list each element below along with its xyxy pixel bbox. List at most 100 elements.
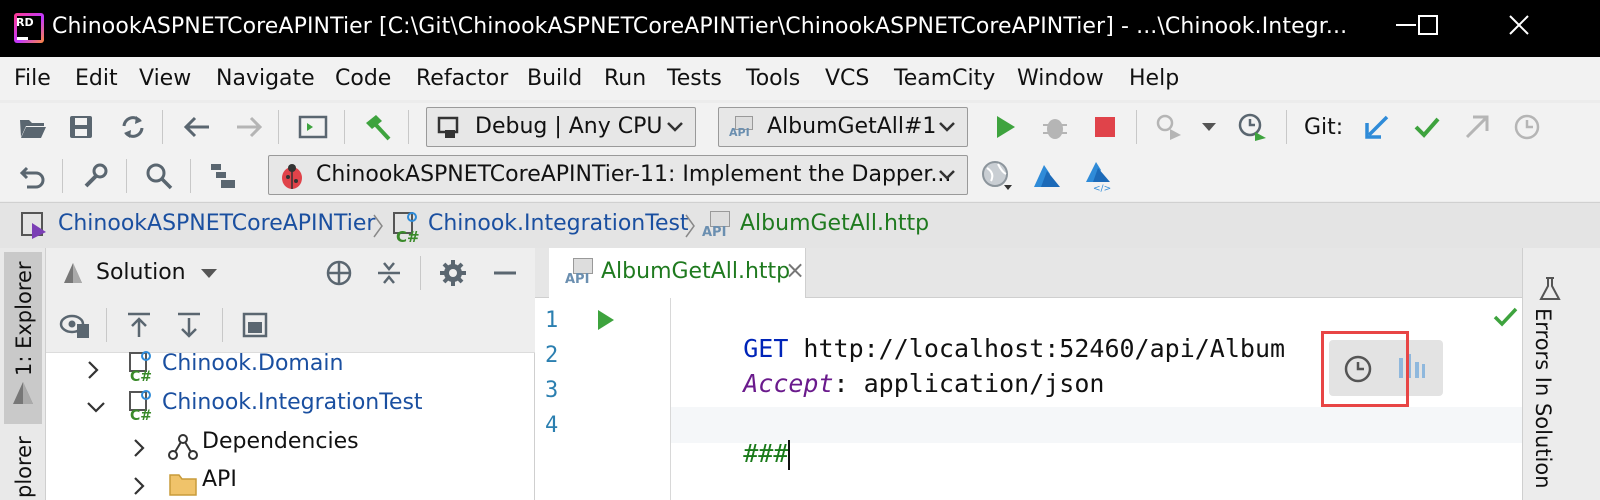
gear-icon[interactable] bbox=[436, 256, 470, 290]
breadcrumb-separator-icon bbox=[373, 214, 383, 238]
maximize-icon bbox=[1418, 15, 1438, 35]
code-line-4: ### bbox=[743, 439, 791, 470]
highlight-box bbox=[1321, 331, 1409, 407]
sync-icon[interactable] bbox=[116, 110, 150, 144]
close-icon bbox=[1509, 15, 1529, 35]
save-icon[interactable] bbox=[64, 110, 98, 144]
menu-refactor[interactable]: Refactor bbox=[416, 66, 508, 91]
open-icon[interactable] bbox=[16, 110, 50, 144]
menu-view[interactable]: View bbox=[139, 66, 191, 91]
task-select[interactable]: ChinookASPNETCoreAPINTier-11: Implement … bbox=[268, 155, 968, 195]
undo-icon[interactable] bbox=[16, 159, 50, 193]
breadcrumb-separator-icon bbox=[685, 214, 695, 238]
stop-icon[interactable] bbox=[1088, 110, 1122, 144]
menu-tools[interactable]: Tools bbox=[746, 66, 800, 91]
git-update-icon[interactable] bbox=[1360, 110, 1394, 144]
csharp-project-icon: C# bbox=[393, 212, 420, 243]
rider-logo-icon: RD bbox=[14, 13, 44, 43]
run-icon[interactable] bbox=[988, 110, 1022, 144]
forward-arrow-icon[interactable] bbox=[232, 110, 266, 144]
show-all-files-icon[interactable] bbox=[58, 308, 92, 342]
solution-panel-header: Solution bbox=[46, 248, 535, 298]
flask-icon[interactable] bbox=[1539, 276, 1561, 302]
solution-view-label[interactable]: Solution bbox=[96, 260, 186, 285]
git-history-icon[interactable] bbox=[1510, 110, 1544, 144]
back-arrow-icon[interactable] bbox=[180, 110, 214, 144]
settings-wrench-icon[interactable] bbox=[78, 159, 112, 193]
breadcrumb-solution[interactable]: ChinookASPNETCoreAPINTier bbox=[58, 211, 375, 236]
search-icon[interactable] bbox=[142, 159, 176, 193]
chevron-down-icon bbox=[667, 122, 683, 132]
explorer-tool-tab-2[interactable]: plorer bbox=[12, 436, 36, 498]
menu-tests[interactable]: Tests bbox=[667, 66, 722, 91]
configuration-icon bbox=[437, 116, 459, 138]
title-bar: RD ChinookASPNETCoreAPINTier [C:\Git\Chi… bbox=[0, 0, 1600, 57]
menu-navigate[interactable]: Navigate bbox=[216, 66, 315, 91]
git-push-icon[interactable] bbox=[1460, 110, 1494, 144]
configuration-select[interactable]: Debug | Any CPU bbox=[426, 107, 696, 147]
right-tool-strip: Errors In Solution bbox=[1522, 248, 1600, 500]
run-request-icon[interactable] bbox=[595, 308, 617, 332]
line-number: 1 bbox=[545, 308, 559, 333]
breadcrumb-project[interactable]: Chinook.IntegrationTest bbox=[428, 211, 689, 236]
explorer-tool-tab[interactable]: 1: Explorer bbox=[4, 252, 42, 424]
line-number: 2 bbox=[545, 343, 559, 368]
tab-label: AlbumGetAll.http bbox=[601, 259, 791, 284]
svg-text:C#: C# bbox=[396, 228, 420, 243]
svg-text:</>: </> bbox=[1093, 184, 1111, 192]
hide-panel-icon[interactable] bbox=[488, 256, 522, 290]
profile-clock-icon[interactable] bbox=[1236, 110, 1270, 144]
text-cursor bbox=[788, 440, 791, 470]
azure-functions-icon[interactable]: </> bbox=[1082, 159, 1116, 193]
ladybug-icon bbox=[282, 164, 302, 189]
azure-icon[interactable] bbox=[1030, 159, 1064, 193]
menu-edit[interactable]: Edit bbox=[75, 66, 118, 91]
debug-bug-icon[interactable] bbox=[1038, 110, 1072, 144]
chevron-down-icon bbox=[87, 402, 105, 413]
maximize-button[interactable] bbox=[1406, 8, 1450, 48]
tab-close-icon[interactable]: × bbox=[785, 256, 805, 284]
run-config-label: AlbumGetAll#1 bbox=[767, 114, 937, 139]
menu-window[interactable]: Window bbox=[1017, 66, 1104, 91]
chevron-right-icon bbox=[134, 439, 145, 457]
collapse-all-icon[interactable] bbox=[372, 256, 406, 290]
chevron-down-icon bbox=[939, 122, 955, 132]
close-button[interactable] bbox=[1497, 8, 1541, 48]
menu-code[interactable]: Code bbox=[335, 66, 391, 91]
build-hammer-icon[interactable] bbox=[360, 110, 394, 144]
menu-run[interactable]: Run bbox=[604, 66, 646, 91]
locate-target-icon[interactable] bbox=[322, 256, 356, 290]
errors-in-solution-tab[interactable]: Errors In Solution bbox=[1531, 308, 1555, 489]
expand-up-icon[interactable] bbox=[122, 308, 156, 342]
dependencies-icon bbox=[168, 434, 198, 460]
solution-panel-toolbar bbox=[46, 298, 535, 353]
solution-view-icon bbox=[64, 263, 82, 283]
tab-albumgetall[interactable]: API AlbumGetAll.http × bbox=[549, 248, 806, 298]
tasks-icon[interactable] bbox=[206, 159, 240, 193]
line-number: 3 bbox=[545, 378, 559, 403]
solution-explorer-icon bbox=[13, 382, 33, 404]
git-commit-check-icon[interactable] bbox=[1410, 110, 1444, 144]
terminal-window-icon[interactable] bbox=[296, 110, 330, 144]
api-file-icon: API bbox=[702, 211, 736, 243]
solution-explorer-panel: Solution C# Chinook.Domain C# Chinook.In… bbox=[46, 248, 535, 500]
chevron-down-icon[interactable] bbox=[1192, 110, 1226, 144]
menu-teamcity[interactable]: TeamCity bbox=[894, 66, 995, 91]
editor-tab-bar: API AlbumGetAll.http × bbox=[535, 248, 1522, 298]
menu-file[interactable]: File bbox=[14, 66, 51, 91]
preview-icon[interactable] bbox=[238, 308, 272, 342]
configuration-label: Debug | Any CPU bbox=[475, 114, 663, 139]
chevron-down-icon bbox=[201, 269, 217, 278]
solution-icon bbox=[21, 212, 46, 239]
breadcrumb-file[interactable]: AlbumGetAll.http bbox=[740, 211, 929, 236]
attach-process-icon[interactable] bbox=[1152, 110, 1186, 144]
menu-help[interactable]: Help bbox=[1129, 66, 1179, 91]
breadcrumb: ChinookASPNETCoreAPINTier C# Chinook.Int… bbox=[0, 202, 1600, 248]
browser-globe-icon[interactable] bbox=[980, 159, 1014, 193]
code-editor[interactable]: 1 2 3 4 GET http://localhost:52460/api/A… bbox=[535, 298, 1522, 500]
expand-down-icon[interactable] bbox=[172, 308, 206, 342]
menu-build[interactable]: Build bbox=[527, 66, 582, 91]
run-config-select[interactable]: API AlbumGetAll#1 bbox=[718, 107, 968, 147]
line-number: 4 bbox=[545, 413, 559, 438]
menu-vcs[interactable]: VCS bbox=[825, 66, 869, 91]
